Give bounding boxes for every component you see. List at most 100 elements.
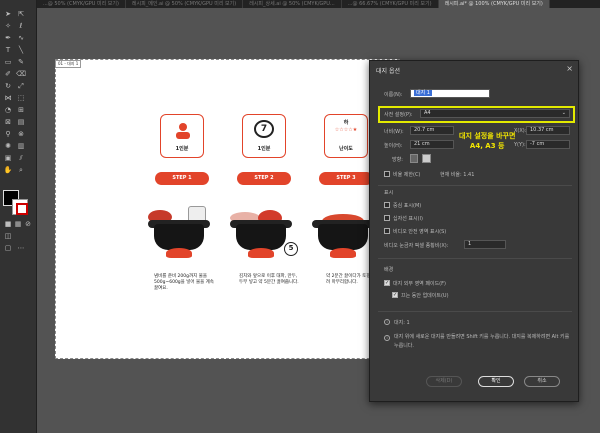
width-tool-icon[interactable]: ⋈ — [3, 94, 13, 103]
x-label: X(X): — [514, 128, 527, 134]
step-2-description: 김치와 앞으로 이후 대파, 만두, 두부 넣고 약 5분간 끓여줍니다. — [239, 274, 299, 285]
step-1-description: 냄비를 준비 200g까지 물을 500g~600g을 넣어 물을 계속 끓여요… — [154, 274, 214, 291]
gradient-mode-icon[interactable]: ▦ — [13, 220, 23, 229]
width-input[interactable]: 20.7 cm — [410, 126, 454, 135]
y-input[interactable]: -7 cm — [526, 140, 570, 149]
artboard-tool-icon[interactable]: ▣ — [3, 154, 13, 163]
chevron-down-icon: ⌄ — [561, 110, 566, 116]
ruler-par-input[interactable]: 1 — [464, 240, 506, 249]
artboard-label[interactable]: 01 - 대지 1 — [55, 60, 82, 68]
curvature-tool-icon[interactable]: ∿ — [16, 34, 26, 43]
cancel-button[interactable]: 취소 — [524, 376, 560, 387]
stroke-swatch[interactable] — [12, 199, 28, 215]
draw-mode-icon[interactable]: ◫ — [3, 232, 13, 241]
y-label: Y(Y): — [514, 142, 526, 148]
fade-outside-checkbox[interactable]: ✓ — [384, 280, 390, 286]
ok-button[interactable]: 확인 — [478, 376, 514, 387]
update-drag-label: 끄는 동안 업데이트(U) — [401, 293, 449, 299]
lasso-tool-icon[interactable]: ℓ — [16, 22, 26, 31]
shape-builder-tool-icon[interactable]: ◔ — [3, 106, 13, 115]
center-mark-checkbox[interactable] — [384, 202, 390, 208]
name-input[interactable]: 대지 1 — [410, 89, 490, 98]
direct-selection-tool-icon[interactable]: ⇱ — [16, 10, 26, 19]
portrait-icon[interactable] — [410, 154, 418, 163]
update-drag-checkbox[interactable]: ✓ — [392, 292, 398, 298]
shaper-tool-icon[interactable]: ✐ — [3, 70, 13, 79]
info-text: 대지 위에 새로운 대지를 만들려면 Shift 키를 누릅니다. 대지를 복제… — [394, 334, 570, 349]
document-tab-active[interactable]: 레시피.ai* @ 100% (CMYK/GPU 미리 보기) — [438, 0, 550, 8]
pot-illustration-1 — [144, 206, 214, 260]
name-label: 이름(N): — [384, 92, 403, 98]
eyedropper-tool-icon[interactable]: ⚲ — [3, 130, 13, 139]
center-mark-label: 중심 표시(M) — [393, 203, 422, 209]
annotation-line-2: A4, A3 등 — [469, 142, 505, 150]
ruler-par-label: 비디오 눈금자 픽셀 종횡비(X): — [384, 243, 449, 249]
annotation-line-1: 대지 설정을 바꾸면 — [459, 132, 516, 140]
document-tab[interactable]: 레시피_메인.ai @ 50% (CMYK/GPU 미리 보기) — [126, 0, 244, 8]
info-icon: i — [384, 335, 390, 341]
delete-button[interactable]: 삭제(D) — [426, 376, 462, 387]
paintbrush-tool-icon[interactable]: ✎ — [16, 58, 26, 67]
video-safe-checkbox[interactable] — [384, 228, 390, 234]
symbol-sprayer-tool-icon[interactable]: ✺ — [3, 142, 13, 151]
blend-tool-icon[interactable]: ⊗ — [16, 130, 26, 139]
x-input[interactable]: 10.37 cm — [526, 126, 570, 135]
document-tab[interactable]: 레시피_상세.ai @ 50% (CMYK/GPU... — [243, 0, 342, 8]
rectangle-tool-icon[interactable]: ▭ — [3, 58, 13, 67]
orientation-label: 방향: — [392, 157, 403, 163]
pot-illustration-3 — [308, 210, 378, 260]
free-transform-tool-icon[interactable]: ⬚ — [16, 94, 26, 103]
document-tabs: ...@ 50% (CMYK/GPU 미리 보기) 레시피_메인.ai @ 50… — [37, 0, 600, 8]
fade-outside-label: 대지 외부 영역 페이드(F) — [393, 281, 446, 287]
line-tool-icon[interactable]: ╲ — [16, 46, 26, 55]
screen-mode-icon[interactable]: ▢ — [3, 244, 13, 253]
name-value: 대지 1 — [414, 90, 432, 96]
ratio-lock-checkbox[interactable] — [384, 171, 390, 177]
column-graph-tool-icon[interactable]: ▥ — [16, 142, 26, 151]
hand-tool-icon[interactable]: ✋ — [3, 166, 13, 175]
artboard-count: 대지: 1 — [394, 320, 410, 326]
pot-illustration-2: 5 — [226, 210, 298, 260]
tools-panel: ➤ ⇱ ✧ ℓ ✒ ∿ T ╲ ▭ ✎ ✐ ⌫ ↻ ⤢ ⋈ ⬚ ◔ ⊞ ⊠ ▤ … — [0, 0, 37, 433]
video-safe-label: 비디오 안전 영역 표시(S) — [393, 229, 447, 235]
info-icon: i — [384, 319, 390, 325]
background-section-title: 배경 — [384, 267, 394, 273]
pen-tool-icon[interactable]: ✒ — [3, 34, 13, 43]
edit-toolbar-icon[interactable]: ⋯ — [16, 244, 26, 253]
time-card: 7 1인분 — [242, 114, 286, 158]
height-input[interactable]: 21 cm — [410, 140, 454, 149]
stars-icon: ☆☆☆☆★ — [334, 127, 358, 133]
mesh-tool-icon[interactable]: ⊠ — [3, 118, 13, 127]
gradient-tool-icon[interactable]: ▤ — [16, 118, 26, 127]
difficulty-level: 하 — [343, 120, 349, 126]
difficulty-card: 하 ☆☆☆☆★ 난이도 — [324, 114, 368, 158]
crosshair-checkbox[interactable] — [384, 215, 390, 221]
rotate-tool-icon[interactable]: ↻ — [3, 82, 13, 91]
color-mode-icon[interactable]: ■ — [3, 220, 13, 229]
landscape-icon[interactable] — [422, 154, 431, 163]
magic-wand-tool-icon[interactable]: ✧ — [3, 22, 13, 31]
display-section-title: 표시 — [384, 190, 394, 196]
card-label: 난이도 — [339, 146, 353, 152]
annotation-note: 대지 설정을 바꾸면 A4, A3 등 — [459, 131, 515, 151]
step-2-badge: STEP 2 — [237, 172, 291, 185]
preset-value: A4 — [424, 110, 431, 116]
type-tool-icon[interactable]: T — [3, 46, 13, 55]
step-1-badge: STEP 1 — [155, 172, 209, 185]
document-tab[interactable]: ...@ 50% (CMYK/GPU 미리 보기) — [37, 0, 126, 8]
width-label: 너비(W): — [384, 129, 404, 135]
close-icon[interactable]: × — [566, 64, 573, 73]
selection-tool-icon[interactable]: ➤ — [3, 10, 13, 19]
perspective-grid-tool-icon[interactable]: ⊞ — [16, 106, 26, 115]
slice-tool-icon[interactable]: ⫽ — [16, 154, 26, 163]
current-ratio: 현재 비율: 1.41 — [440, 172, 475, 178]
none-mode-icon[interactable]: ⊘ — [23, 220, 33, 229]
card-label: 1인분 — [257, 146, 271, 152]
dialog-title: 대지 옵션 — [376, 68, 400, 75]
preset-select[interactable]: A4 ⌄ — [420, 109, 570, 118]
zoom-tool-icon[interactable]: ⌕ — [16, 166, 26, 175]
artboard[interactable]: 1인분 7 1인분 하 ☆☆☆☆★ 난이도 STEP 1 STEP 2 STEP… — [55, 59, 400, 359]
document-tab[interactable]: ...@ 66.67% (CMYK/GPU 미리 보기) — [342, 0, 439, 8]
scale-tool-icon[interactable]: ⤢ — [16, 82, 26, 91]
eraser-tool-icon[interactable]: ⌫ — [16, 70, 26, 79]
